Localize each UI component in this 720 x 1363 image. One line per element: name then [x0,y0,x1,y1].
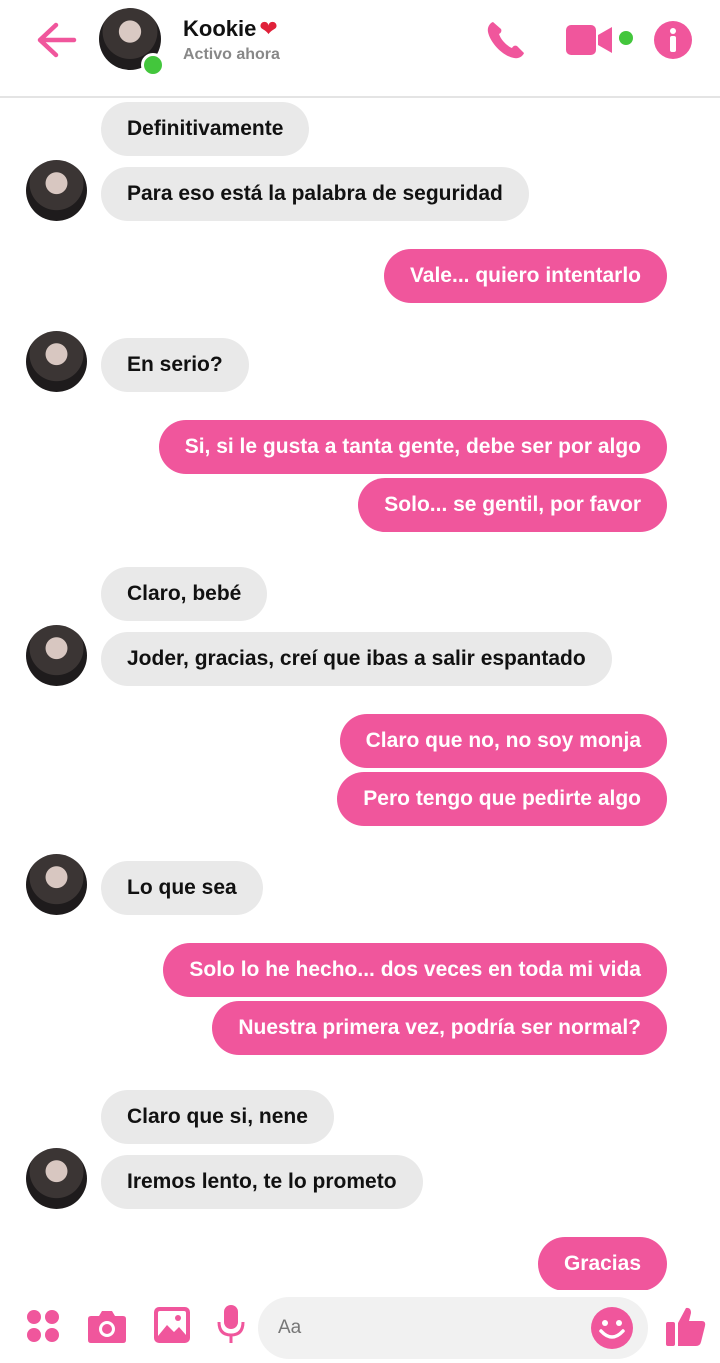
contact-message-avatar [26,854,87,915]
gallery-icon[interactable] [153,1306,191,1344]
contact-message-avatar [26,625,87,686]
contact-name-text: Kookie [183,16,257,41]
contact-name[interactable]: Kookie ❤ [183,16,278,42]
message-outgoing[interactable]: Solo... se gentil, por favor [358,478,667,532]
message-outgoing[interactable]: Si, si le gusta a tanta gente, debe ser … [158,420,667,474]
info-icon[interactable] [653,20,693,60]
message-composer: Aa [0,1290,720,1363]
chat-header: Kookie ❤ Activo ahora [0,0,720,98]
contact-message-avatar [26,1148,87,1209]
message-outgoing[interactable]: Claro que no, no soy monja [339,714,667,768]
message-outgoing[interactable]: Vale... quiero intentarlo [383,249,667,303]
camera-icon[interactable] [87,1308,127,1344]
message-incoming[interactable]: Claro, bebé [101,567,268,621]
emoji-icon[interactable] [590,1306,634,1350]
video-active-dot [619,31,633,45]
back-arrow-icon[interactable] [34,20,78,60]
message-incoming[interactable]: Lo que sea [101,861,263,915]
message-outgoing[interactable]: Nuestra primera vez, podría ser normal? [212,1001,667,1055]
video-call-icon[interactable] [566,23,614,57]
message-outgoing[interactable]: Pero tengo que pedirte algo [337,772,667,826]
contact-message-avatar [26,331,87,392]
message-incoming[interactable]: Definitivamente [101,102,310,156]
message-outgoing[interactable]: Solo lo he hecho... dos veces en toda mi… [163,943,667,997]
contact-message-avatar [26,160,87,221]
message-incoming[interactable]: En serio? [101,338,249,392]
phone-icon[interactable] [484,18,528,62]
heart-icon: ❤ [259,16,278,41]
contact-status: Activo ahora [183,46,280,63]
message-input-placeholder: Aa [278,1317,302,1338]
message-incoming[interactable]: Joder, gracias, creí que ibas a salir es… [101,632,612,686]
message-incoming[interactable]: Iremos lento, te lo prometo [101,1155,423,1209]
apps-grid-icon[interactable] [25,1308,61,1344]
online-status-dot [141,53,165,77]
message-input[interactable]: Aa [258,1297,648,1359]
message-incoming[interactable]: Para eso está la palabra de seguridad [101,167,529,221]
message-incoming[interactable]: Claro que si, nene [101,1090,334,1144]
thumbs-up-icon[interactable] [664,1304,708,1348]
message-outgoing[interactable]: Gracias [537,1237,667,1291]
microphone-icon[interactable] [216,1304,246,1346]
